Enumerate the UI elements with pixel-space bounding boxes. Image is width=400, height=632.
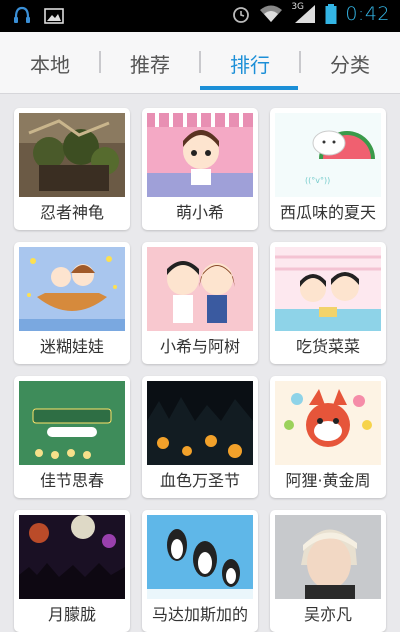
tab-ranking[interactable]: 排行: [200, 32, 300, 94]
theme-title: 西瓜味的夏天: [279, 203, 376, 222]
theme-thumbnail: [275, 247, 381, 331]
headset-notification-icon: [12, 5, 32, 27]
theme-thumbnail: [19, 113, 125, 197]
tab-ranking-label: 排行: [230, 52, 270, 77]
theme-card[interactable]: 迷糊娃娃: [14, 242, 130, 364]
theme-card[interactable]: ((°v°)) 西瓜味的夏天: [270, 108, 386, 230]
theme-title: 迷糊娃娃: [39, 337, 104, 356]
active-tab-indicator: [200, 86, 298, 90]
theme-title: 马达加斯加的: [151, 605, 248, 624]
theme-thumbnail: [147, 381, 253, 465]
theme-thumbnail: [147, 247, 253, 331]
svg-text:((°v°)): ((°v°)): [305, 176, 330, 185]
theme-title: 阿狸·黄金周: [285, 471, 371, 490]
theme-thumbnail: [19, 381, 125, 465]
tab-recommended-label: 推荐: [130, 52, 170, 77]
image-notification-icon: [44, 5, 64, 27]
theme-card[interactable]: 佳节思春: [14, 376, 130, 498]
theme-card[interactable]: 萌小希: [142, 108, 258, 230]
theme-title: 血色万圣节: [159, 471, 240, 490]
theme-thumbnail: ((°v°)): [275, 113, 381, 197]
theme-ranking-grid: 忍者神龟 萌小希 ((°v°)) 西瓜味的夏天 迷糊娃娃 小希与阿树 吃货菜菜 …: [0, 94, 400, 632]
battery-icon: [325, 3, 337, 25]
theme-card[interactable]: 小希与阿树: [142, 242, 258, 364]
wifi-icon: [259, 3, 283, 25]
theme-thumbnail: [19, 515, 125, 599]
theme-title: 佳节思春: [39, 471, 104, 490]
tab-bar: 本地 推荐 排行 分类: [0, 32, 400, 94]
theme-card[interactable]: 忍者神龟: [14, 108, 130, 230]
theme-card[interactable]: 吴亦凡: [270, 510, 386, 632]
theme-title: 吃货菜菜: [295, 337, 360, 356]
theme-thumbnail: [275, 381, 381, 465]
tab-local[interactable]: 本地: [0, 32, 100, 94]
alarm-icon: [231, 3, 251, 25]
cellular-signal-icon: 3G: [291, 2, 317, 25]
theme-title: 忍者神龟: [39, 203, 104, 222]
theme-title: 月朦胧: [47, 605, 96, 624]
tab-recommended[interactable]: 推荐: [100, 32, 200, 94]
status-bar: 3G 0:42: [0, 0, 400, 32]
theme-card[interactable]: 吃货菜菜: [270, 242, 386, 364]
theme-card[interactable]: 血色万圣节: [142, 376, 258, 498]
tab-local-label: 本地: [30, 52, 70, 77]
theme-card[interactable]: 马达加斯加的: [142, 510, 258, 632]
theme-thumbnail: [19, 247, 125, 331]
theme-title: 小希与阿树: [159, 337, 240, 356]
theme-title: 吴亦凡: [303, 605, 352, 624]
theme-thumbnail: [275, 515, 381, 599]
clock-time: 0:42: [345, 3, 390, 25]
tab-category[interactable]: 分类: [300, 32, 400, 94]
theme-title: 萌小希: [175, 203, 224, 222]
tab-category-label: 分类: [330, 52, 370, 77]
theme-card[interactable]: 阿狸·黄金周: [270, 376, 386, 498]
theme-card[interactable]: 月朦胧: [14, 510, 130, 632]
theme-thumbnail: [147, 515, 253, 599]
network-type-label: 3G: [291, 2, 305, 12]
theme-thumbnail: [147, 113, 253, 197]
